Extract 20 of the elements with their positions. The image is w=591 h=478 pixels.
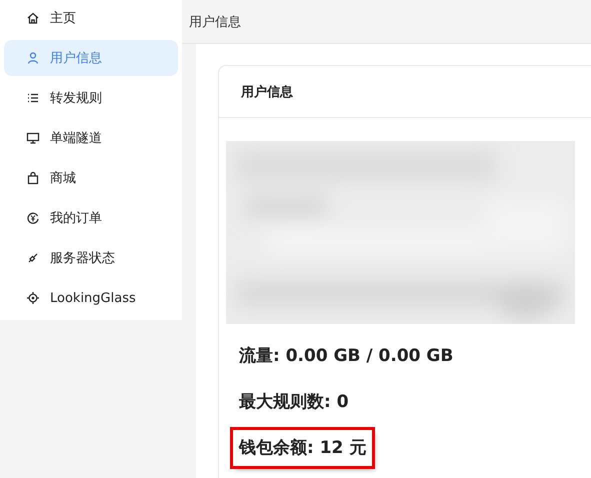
sidebar-item[interactable]: 主页 <box>4 0 178 36</box>
stat-text: 钱包余额: 12 元 <box>233 430 372 466</box>
sidebar-item[interactable]: 单端隧道 <box>4 120 178 156</box>
home-icon <box>26 11 40 25</box>
sidebar-item[interactable]: 我的订单 <box>4 200 178 236</box>
link-icon <box>26 251 40 265</box>
sidebar-item[interactable]: 服务器状态 <box>4 240 178 276</box>
card-title: 用户信息 <box>241 84 293 100</box>
stat-text: 流量: 0.00 GB / 0.00 GB <box>238 345 454 368</box>
sidebar-item[interactable]: LookingGlass <box>4 280 178 316</box>
coin-icon <box>26 211 40 225</box>
monitor-icon <box>26 131 40 145</box>
sidebar-item[interactable]: 商城 <box>4 160 178 196</box>
stat-text: 最大规则数: 0 <box>238 391 350 414</box>
breadcrumb: 用户信息 <box>189 14 241 30</box>
list-icon <box>26 91 40 105</box>
user-icon <box>26 51 40 65</box>
sidebar-item[interactable]: 转发规则 <box>4 80 178 116</box>
target-icon <box>26 291 40 305</box>
bag-icon <box>26 171 40 185</box>
